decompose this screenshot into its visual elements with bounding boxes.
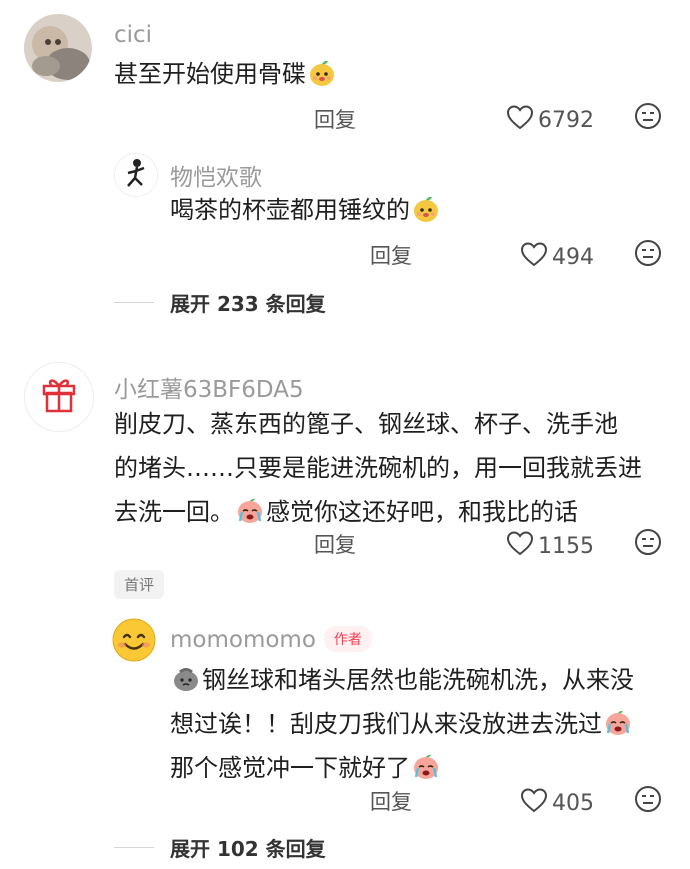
first-comment-badge: 首评	[114, 570, 165, 599]
like-count: 405	[552, 790, 594, 816]
comment-text-fragment: 去洗一回。	[114, 498, 234, 526]
expand-replies-button[interactable]: 展开 233 条回复	[114, 288, 326, 317]
comment-text: 甚至开始使用骨碟	[114, 52, 338, 96]
divider	[114, 302, 154, 303]
reply-text-fragment: 想过诶！！刮皮刀我们从来没放进去洗过	[170, 710, 602, 738]
reply-text-fragment: 那个感觉冲一下就好了	[170, 754, 410, 782]
reply-username[interactable]: 物恺欢歌	[170, 158, 262, 192]
expand-replies-label: 展开 102 条回复	[170, 837, 326, 861]
comment-text-fragment: 感觉你这还好吧，和我比的话	[266, 498, 578, 526]
divider	[114, 847, 154, 848]
reply-button[interactable]: 回复	[314, 529, 356, 559]
reply-button[interactable]: 回复	[370, 240, 412, 270]
mango-face-emoji-icon	[412, 193, 440, 222]
like-button[interactable]: 1155	[506, 530, 594, 562]
comment-text-line: 削皮刀、蒸东西的篦子、钢丝球、杯子、洗手池	[114, 410, 618, 438]
reply-button[interactable]: 回复	[314, 104, 356, 134]
comment-username[interactable]: 小红薯63BF6DA5	[114, 370, 304, 404]
reply-text: 喝茶的杯壶都用锤纹的	[170, 188, 442, 232]
avatar-wukaihuange[interactable]	[114, 153, 158, 197]
like-count: 1155	[538, 533, 594, 559]
reply-text-line: 钢丝球和堵头居然也能洗碗机洗，从来没	[170, 658, 634, 702]
unhappy-face-icon[interactable]	[634, 528, 662, 560]
comment-username[interactable]: cici	[114, 22, 152, 48]
mango-face-emoji-icon	[308, 57, 336, 86]
like-button[interactable]: 405	[520, 787, 594, 819]
avatar-cici[interactable]	[24, 14, 92, 82]
heart-outline-icon	[506, 104, 538, 136]
crying-face-emoji-icon	[604, 707, 632, 735]
crying-face-emoji-icon	[412, 751, 440, 779]
unhappy-face-icon[interactable]	[634, 239, 662, 271]
comment-text-line: 去洗一回。 感觉你这还好吧，和我比的话	[114, 490, 642, 534]
reply-text-line: 那个感觉冲一下就好了	[170, 746, 634, 790]
avatar-xiaohongshu-user[interactable]	[24, 362, 94, 432]
comment-text-line: 甚至开始使用骨碟	[114, 60, 306, 88]
like-button[interactable]: 6792	[506, 104, 594, 136]
author-badge: 作者	[323, 626, 372, 652]
reply-text-line: 想过诶！！刮皮刀我们从来没放进去洗过	[170, 702, 634, 746]
heart-outline-icon	[520, 787, 552, 819]
crying-face-emoji-icon	[236, 495, 264, 523]
heart-outline-icon	[520, 241, 552, 273]
avatar-momomomo[interactable]	[112, 618, 156, 662]
unhappy-face-icon[interactable]	[634, 785, 662, 817]
reply-button[interactable]: 回复	[370, 786, 412, 816]
reply-username-row: momomomo 作者	[170, 626, 372, 653]
comment-text: 削皮刀、蒸东西的篦子、钢丝球、杯子、洗手池 的堵头……只要是能进洗碗机的，用一回…	[114, 402, 642, 534]
reply-text: 钢丝球和堵头居然也能洗碗机洗，从来没 想过诶！！刮皮刀我们从来没放进去洗过 那个…	[170, 658, 634, 790]
like-count: 6792	[538, 107, 594, 133]
reply-text-fragment: 钢丝球和堵头居然也能洗碗机洗，从来没	[202, 666, 634, 694]
grey-blob-emoji-icon	[172, 663, 200, 691]
like-count: 494	[552, 244, 594, 270]
like-button[interactable]: 494	[520, 241, 594, 273]
heart-outline-icon	[506, 530, 538, 562]
expand-replies-label: 展开 233 条回复	[170, 292, 326, 316]
unhappy-face-icon[interactable]	[634, 102, 662, 134]
reply-text-line: 喝茶的杯壶都用锤纹的	[170, 196, 410, 224]
expand-replies-button[interactable]: 展开 102 条回复	[114, 833, 326, 862]
reply-username[interactable]: momomomo	[170, 627, 316, 653]
comment-text-line: 的堵头……只要是能进洗碗机的，用一回我就丢进	[114, 454, 642, 482]
